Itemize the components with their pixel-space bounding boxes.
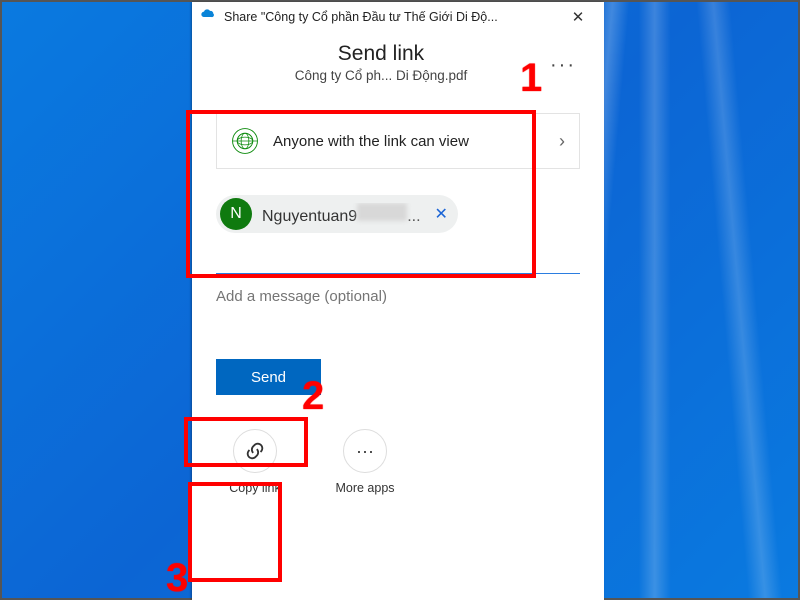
dialog-content: Send link Công ty Cổ ph... Di Động.pdf ·… [192,32,604,600]
annotation-box-3 [188,482,282,582]
more-apps-label: More apps [335,481,394,495]
link-icon [233,429,277,473]
window-title: Share "Công ty Cổ phần Đầu tư Thế Giới D… [224,10,550,24]
recipient-name-blurred [357,203,407,221]
chevron-right-icon: › [559,131,565,152]
globe-icon [231,127,259,155]
more-apps-icon: ··· [343,429,387,473]
send-button[interactable]: Send [216,359,321,395]
recipient-area[interactable]: N Nguyentuan9... ✕ [216,195,580,233]
more-apps-button[interactable]: ··· More apps [326,429,404,495]
divider [216,273,580,274]
file-name: Công ty Cổ ph... Di Động.pdf [216,68,546,83]
recipient-name-ellipsis: ... [407,208,420,225]
copy-link-label: Copy link [229,481,280,495]
recipient-pill: N Nguyentuan9... ✕ [216,195,458,233]
copy-link-button[interactable]: Copy link [216,429,294,495]
more-options-button[interactable]: ··· [546,48,580,82]
permission-text: Anyone with the link can view [273,133,545,150]
titlebar: Share "Công ty Cổ phần Đầu tư Thế Giới D… [192,2,604,32]
action-row: Copy link ··· More apps [216,429,580,495]
page-title: Send link [216,42,546,66]
close-button[interactable]: ✕ [558,3,598,31]
avatar: N [220,198,252,230]
message-input[interactable] [216,288,580,305]
link-permission-row[interactable]: Anyone with the link can view › [216,113,580,169]
remove-recipient-button[interactable]: ✕ [435,204,448,224]
onedrive-icon [200,9,216,25]
header-row: Send link Công ty Cổ ph... Di Động.pdf ·… [216,42,580,83]
recipient-name-visible: Nguyentuan9 [262,208,357,225]
recipient-name: Nguyentuan9... [262,203,421,226]
share-dialog: Share "Công ty Cổ phần Đầu tư Thế Giới D… [192,2,604,600]
